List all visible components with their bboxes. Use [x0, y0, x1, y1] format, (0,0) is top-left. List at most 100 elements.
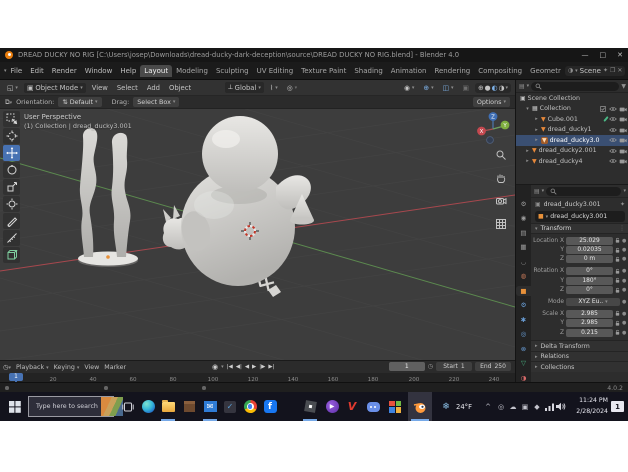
tab-tool[interactable]: ⚙ [516, 199, 531, 209]
lock-icon[interactable] [615, 256, 620, 263]
menu-add[interactable]: Add [144, 83, 163, 93]
expand-icon[interactable]: ▸ [534, 137, 539, 143]
animate-dot-icon[interactable]: ● [622, 311, 626, 317]
mode-dropdown[interactable]: ▣Object Mode▾ [24, 83, 86, 93]
annotate-tool[interactable] [3, 213, 20, 229]
taskbar-mail[interactable]: ✉ [200, 392, 220, 421]
outliner-row-ducky4[interactable]: ▸ ▼ dread_ducky4 [516, 156, 628, 167]
lock-icon[interactable] [615, 277, 620, 284]
taskbar-media-player[interactable]: ▶ [322, 392, 342, 421]
taskbar-chrome[interactable] [240, 392, 260, 421]
tab-modeling[interactable]: Modeling [172, 65, 212, 77]
pin-icon[interactable]: ✦ [603, 67, 608, 74]
expand-icon[interactable]: ▸ [534, 127, 539, 133]
lock-icon[interactable] [615, 310, 620, 317]
eye-icon[interactable] [609, 106, 617, 112]
menu-marker[interactable]: Marker [104, 364, 126, 371]
taskbar-file-explorer[interactable] [158, 392, 178, 421]
panel-drag-icon[interactable]: ⋮ [619, 225, 625, 232]
transform-tool[interactable] [3, 196, 20, 212]
field-rotation-y[interactable]: Y180°● [531, 276, 628, 285]
play-reverse-button[interactable]: ◀ [245, 364, 249, 370]
tray-icon-3[interactable]: ◆ [532, 392, 542, 421]
tray-icon-1[interactable]: ◎ [496, 392, 506, 421]
taskbar-edge[interactable] [138, 392, 158, 421]
menu-keying[interactable]: Keying ▾ [54, 364, 80, 371]
menu-render[interactable]: Render [48, 65, 81, 77]
tab-particles[interactable]: ✱ [516, 315, 531, 325]
active-tool-icon[interactable]: ⧉▾ [5, 98, 12, 107]
camera-icon[interactable] [619, 106, 627, 112]
xray-toggle[interactable]: ▣ [460, 83, 472, 93]
play-button[interactable]: ▶ [252, 364, 256, 370]
action-center-button[interactable]: 1 [609, 392, 626, 421]
weather-icon[interactable]: ❄ [440, 392, 452, 421]
outliner-row-cube[interactable]: ▸ ▼ Cube.001 [516, 114, 628, 125]
section-delta-transform[interactable]: ▸Delta Transform [531, 340, 628, 351]
tab-physics[interactable]: ◎ [516, 330, 531, 340]
object-name-field[interactable]: ■▾ dread_ducky3.001 [535, 211, 625, 222]
animate-dot-icon[interactable]: ● [622, 287, 626, 293]
close-icon[interactable]: ✕ [617, 67, 622, 74]
tray-expand-chevron[interactable]: ^ [483, 392, 493, 421]
lock-icon[interactable] [615, 247, 620, 254]
animate-dot-icon[interactable]: ● [622, 330, 626, 336]
taskbar-photo-tiles[interactable] [385, 392, 405, 421]
field-location-z[interactable]: Z0 m● [531, 255, 628, 264]
camera-icon[interactable] [619, 158, 627, 164]
eye-icon[interactable] [609, 148, 617, 154]
menu-help[interactable]: Help [116, 65, 140, 77]
scale-tool[interactable] [3, 179, 20, 195]
tab-geometry-nodes[interactable]: Geometr [526, 65, 565, 77]
eye-icon[interactable] [609, 127, 617, 133]
end-frame-field[interactable]: End250 [475, 362, 511, 371]
field-scale-z[interactable]: Z0.215● [531, 328, 628, 337]
eye-icon[interactable] [609, 137, 617, 143]
options-dropdown[interactable]: Options▾ [473, 97, 510, 107]
field-rotation-x[interactable]: Rotation X0°● [531, 267, 628, 276]
tab-uv-editing[interactable]: UV Editing [253, 65, 298, 77]
lock-icon[interactable] [615, 320, 620, 327]
object-visibility-dropdown[interactable]: ◉▾ [401, 83, 417, 93]
checkbox-icon[interactable] [599, 106, 607, 112]
taskbar-discord[interactable] [363, 392, 383, 421]
tray-icon-2[interactable]: ▣ [520, 392, 530, 421]
taskbar-package-app[interactable] [179, 392, 199, 421]
maximize-button[interactable]: □ [600, 51, 607, 59]
select-box-tool[interactable] [3, 111, 20, 127]
menu-file[interactable]: File [7, 65, 27, 77]
lock-icon[interactable] [615, 237, 620, 244]
animate-dot-icon[interactable]: ● [622, 256, 626, 262]
auto-key-button[interactable]: ◉ [212, 363, 218, 371]
gizmos-dropdown[interactable]: ⊕▾ [420, 83, 436, 93]
next-keyframe-button[interactable]: |▶ [259, 364, 265, 370]
animate-dot-icon[interactable]: ● [622, 278, 626, 284]
editor-type-button[interactable]: ◱▾ [4, 83, 21, 93]
camera-icon[interactable] [619, 137, 627, 143]
jump-to-end-button[interactable]: ▶| [268, 364, 274, 370]
field-rotation-mode[interactable]: ModeXYZ Eu..▾● [531, 297, 628, 306]
outliner-row-collection[interactable]: ▾ ▦ Collection [516, 104, 628, 115]
eye-icon[interactable] [609, 158, 617, 164]
menu-view[interactable]: View [89, 83, 111, 93]
camera-view-icon[interactable] [495, 195, 507, 207]
tab-layout[interactable]: Layout [140, 65, 172, 77]
cursor-tool[interactable] [3, 128, 20, 144]
lock-icon[interactable] [615, 268, 620, 275]
tab-output[interactable]: ▤ [516, 228, 531, 238]
expand-icon[interactable]: ▸ [525, 158, 530, 164]
outliner-row-scene-collection[interactable]: ▣ Scene Collection [516, 93, 628, 104]
animate-dot-icon[interactable]: ● [622, 299, 626, 305]
tab-sculpting[interactable]: Sculpting [212, 65, 253, 77]
timeline-editor-icon[interactable]: ◷▾ [3, 364, 11, 371]
shading-rendered-button[interactable]: ◑ [499, 84, 505, 92]
expand-icon[interactable]: ▸ [525, 148, 530, 154]
j ump-to-start-button[interactable]: |◀ [227, 364, 233, 370]
current-frame-field[interactable]: 1 [389, 362, 425, 371]
section-collections[interactable]: ▸Collections [531, 361, 628, 372]
taskbar-vanguard[interactable]: V [342, 392, 362, 421]
menu-select[interactable]: Select [114, 83, 141, 93]
task-view-button[interactable] [118, 392, 138, 421]
animate-dot-icon[interactable]: ● [622, 268, 626, 274]
rotate-tool[interactable] [3, 162, 20, 178]
